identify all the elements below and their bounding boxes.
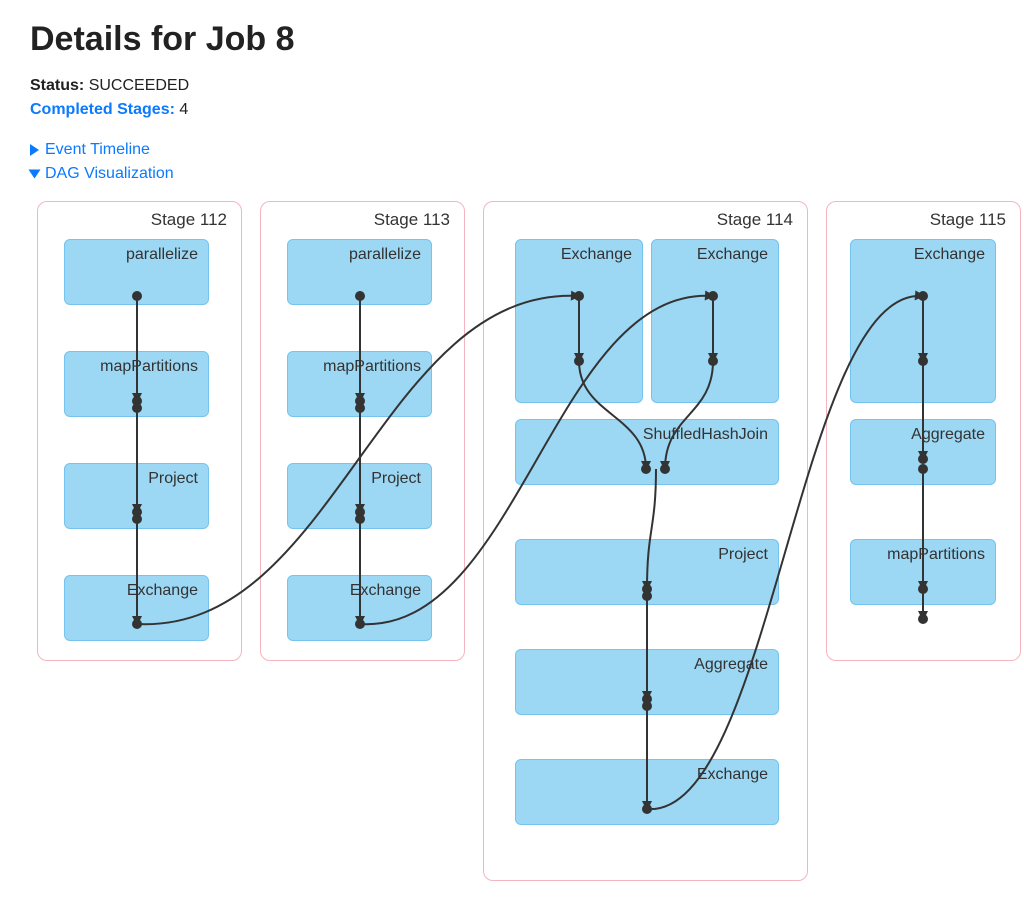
port (132, 514, 142, 524)
node-label: parallelize (126, 246, 198, 264)
port (708, 291, 718, 301)
node-n114-0[interactable]: Exchange (515, 239, 643, 403)
caret-right-icon (30, 144, 39, 156)
port (574, 291, 584, 301)
event-timeline-toggle[interactable]: Event Timeline (30, 141, 994, 159)
node-label: Project (371, 470, 421, 488)
node-label: parallelize (349, 246, 421, 264)
node-n114-1[interactable]: Exchange (651, 239, 779, 403)
status-line: Status: SUCCEEDED (30, 77, 994, 95)
stage-title: Stage 113 (374, 210, 450, 230)
node-n112-3[interactable]: Exchange (64, 575, 209, 641)
port (132, 403, 142, 413)
dag-visualization-toggle[interactable]: DAG Visualization (30, 165, 994, 183)
node-label: ShuffledHashJoin (643, 426, 768, 444)
node-n115-0[interactable]: Exchange (850, 239, 996, 403)
node-label: Exchange (561, 246, 632, 264)
port (918, 356, 928, 366)
port (918, 464, 928, 474)
node-label: Aggregate (911, 426, 985, 444)
dag-visualization-panel: Stage 112 parallelize mapPartitions Project… (30, 201, 994, 891)
port (574, 356, 584, 366)
node-n114-5[interactable]: Exchange (515, 759, 779, 825)
port (918, 584, 928, 594)
port (642, 591, 652, 601)
node-n115-2[interactable]: mapPartitions (850, 539, 996, 605)
port (641, 464, 651, 474)
completed-stages-line: Completed Stages: 4 (30, 101, 994, 119)
stage-title: Stage 114 (717, 210, 793, 230)
event-timeline-label: Event Timeline (45, 141, 150, 159)
node-label: Exchange (914, 246, 985, 264)
port (642, 701, 652, 711)
node-label: Project (148, 470, 198, 488)
port (708, 356, 718, 366)
port (132, 619, 142, 629)
node-label: Exchange (697, 766, 768, 784)
node-n114-2[interactable]: ShuffledHashJoin (515, 419, 779, 485)
port (660, 464, 670, 474)
status-label: Status: (30, 77, 84, 94)
completed-stages-value: 4 (179, 101, 188, 118)
port (355, 619, 365, 629)
node-label: Exchange (350, 582, 421, 600)
port (642, 804, 652, 814)
node-label: mapPartitions (887, 546, 985, 564)
page-title: Details for Job 8 (30, 20, 994, 59)
port (918, 291, 928, 301)
node-n115-1[interactable]: Aggregate (850, 419, 996, 485)
node-label: Exchange (127, 582, 198, 600)
node-label: Aggregate (694, 656, 768, 674)
port (355, 403, 365, 413)
status-value: SUCCEEDED (89, 77, 189, 94)
port (355, 291, 365, 301)
dag-visualization-label: DAG Visualization (45, 165, 174, 183)
node-label: mapPartitions (323, 358, 421, 376)
node-n113-3[interactable]: Exchange (287, 575, 432, 641)
node-label: Exchange (697, 246, 768, 264)
port (918, 614, 928, 624)
caret-down-icon (29, 170, 41, 179)
stage-title: Stage 112 (151, 210, 227, 230)
port (918, 454, 928, 464)
node-label: mapPartitions (100, 358, 198, 376)
port (132, 291, 142, 301)
port (355, 514, 365, 524)
stage-title: Stage 115 (930, 210, 1006, 230)
node-label: Project (718, 546, 768, 564)
completed-stages-label[interactable]: Completed Stages: (30, 101, 175, 118)
